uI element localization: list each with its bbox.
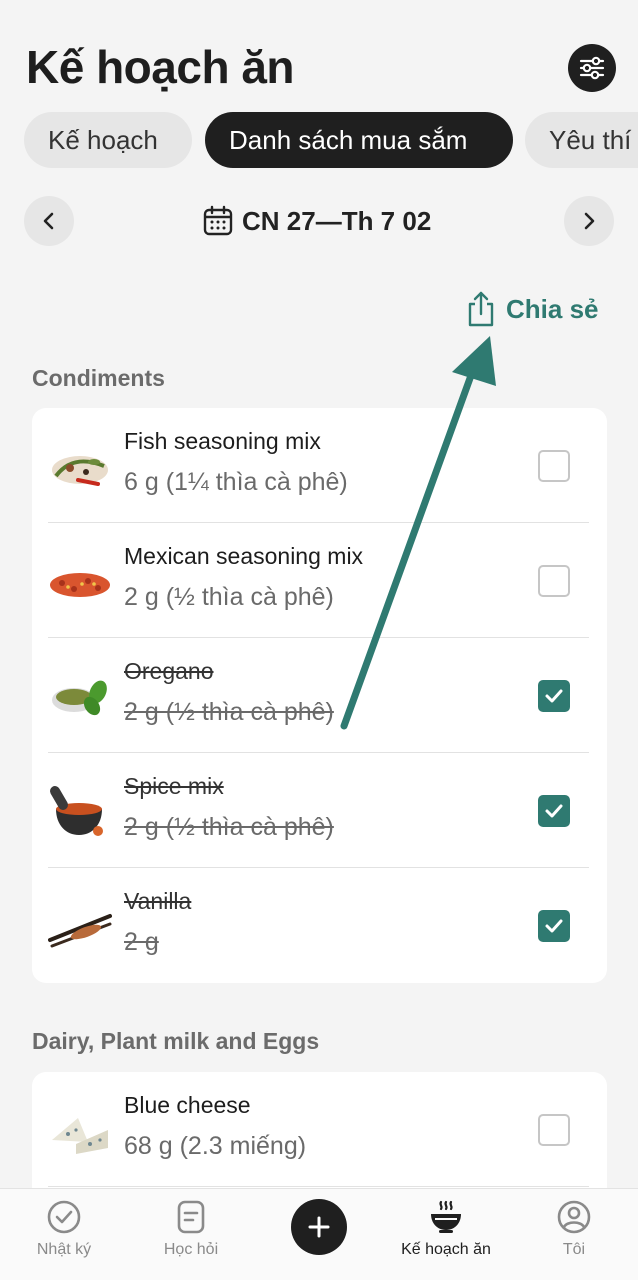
calendar-icon xyxy=(203,205,233,236)
week-range[interactable]: CN 27—Th 7 02 xyxy=(202,202,431,240)
section-title-dairy: Dairy, Plant milk and Eggs xyxy=(32,1028,320,1054)
week-range-label: CN 27—Th 7 02 xyxy=(242,205,432,236)
checkmark-icon xyxy=(545,689,563,703)
nav-learn-label: Học hỏi xyxy=(163,1241,219,1258)
nav-meal-plan-label: Kế hoạch ăn xyxy=(401,1241,491,1258)
item-name: Vanilla xyxy=(124,888,192,914)
oregano-image xyxy=(52,680,107,716)
check-circle-icon xyxy=(47,1200,81,1234)
bottom-navigation: Nhật ký Học hỏi Kế hoạch ăn Tôi xyxy=(0,1188,638,1280)
tab-shopping-list-label: Danh sách mua sắm xyxy=(229,124,468,155)
chevron-left-icon xyxy=(43,212,54,230)
share-label: Chia sẻ xyxy=(506,293,599,324)
list-item[interactable]: Spice mix 2 g (½ thìa cà phê) xyxy=(32,753,607,868)
item-quantity: 2 g xyxy=(124,928,159,956)
user-icon xyxy=(557,1200,591,1234)
nav-profile[interactable]: Tôi xyxy=(514,1199,634,1259)
item-checkbox[interactable] xyxy=(538,795,570,827)
mortar-spice-image xyxy=(50,786,103,836)
chevron-right-icon xyxy=(584,212,595,230)
item-name: Spice mix xyxy=(124,773,224,799)
week-navigator: CN 27—Th 7 02 xyxy=(24,196,614,246)
sliders-icon xyxy=(579,56,605,80)
seasoning-mix-image xyxy=(52,456,108,486)
nav-profile-label: Tôi xyxy=(562,1241,586,1258)
item-checkbox[interactable] xyxy=(538,910,570,942)
tab-bar: Kế hoạch Danh sách mua sắm Yêu thí xyxy=(24,112,638,168)
item-checkbox[interactable] xyxy=(538,450,570,482)
item-name: Oregano xyxy=(124,658,214,684)
item-quantity: 2 g (½ thìa cà phê) xyxy=(124,583,334,611)
document-icon xyxy=(177,1200,205,1234)
nav-learn[interactable]: Học hỏi xyxy=(131,1199,251,1259)
item-quantity: 68 g (2.3 miếng) xyxy=(124,1132,307,1160)
share-icon xyxy=(468,291,494,327)
blue-cheese-image xyxy=(52,1118,108,1154)
item-name: Blue cheese xyxy=(124,1092,251,1118)
tab-favorites-label: Yêu thí xyxy=(549,124,632,155)
add-button[interactable] xyxy=(291,1199,347,1255)
item-checkbox[interactable] xyxy=(538,565,570,597)
chili-flakes-image xyxy=(50,573,110,597)
tab-favorites[interactable]: Yêu thí xyxy=(525,112,638,168)
nav-diary-label: Nhật ký xyxy=(36,1241,92,1258)
list-item[interactable]: Mexican seasoning mix 2 g (½ thìa cà phê… xyxy=(32,523,607,638)
nav-diary[interactable]: Nhật ký xyxy=(4,1199,124,1259)
page-title: Kế hoạch ăn xyxy=(26,41,295,93)
vanilla-image xyxy=(48,914,112,948)
checkmark-icon xyxy=(545,919,563,933)
nav-meal-plan[interactable]: Kế hoạch ăn xyxy=(386,1199,506,1259)
filter-settings-button[interactable] xyxy=(568,44,616,92)
item-quantity: 2 g (½ thìa cà phê) xyxy=(124,698,334,726)
list-item[interactable]: Vanilla 2 g xyxy=(32,868,607,983)
item-checkbox[interactable] xyxy=(538,1114,570,1146)
item-quantity: 6 g (1¼ thìa cà phê) xyxy=(124,468,348,496)
plus-icon xyxy=(308,1216,330,1238)
item-quantity: 2 g (½ thìa cà phê) xyxy=(124,813,334,841)
next-week-button[interactable] xyxy=(564,196,614,246)
item-checkbox[interactable] xyxy=(538,680,570,712)
bowl-icon xyxy=(431,1200,461,1233)
list-item[interactable]: Blue cheese 68 g (2.3 miếng) xyxy=(32,1072,607,1187)
list-item[interactable]: Oregano 2 g (½ thìa cà phê) xyxy=(32,638,607,753)
item-name: Fish seasoning mix xyxy=(124,428,321,454)
tab-shopping-list[interactable]: Danh sách mua sắm xyxy=(205,112,513,168)
condiments-card: Fish seasoning mix 6 g (1¼ thìa cà phê) … xyxy=(32,408,607,983)
list-item[interactable]: Fish seasoning mix 6 g (1¼ thìa cà phê) xyxy=(32,408,607,523)
previous-week-button[interactable] xyxy=(24,196,74,246)
item-name: Mexican seasoning mix xyxy=(124,543,364,569)
checkmark-icon xyxy=(545,804,563,818)
divider xyxy=(48,1186,589,1187)
section-title-condiments: Condiments xyxy=(32,365,165,391)
tab-plan-label: Kế hoạch xyxy=(48,124,158,155)
tab-plan[interactable]: Kế hoạch xyxy=(24,112,192,168)
share-button[interactable]: Chia sẻ xyxy=(466,290,599,328)
